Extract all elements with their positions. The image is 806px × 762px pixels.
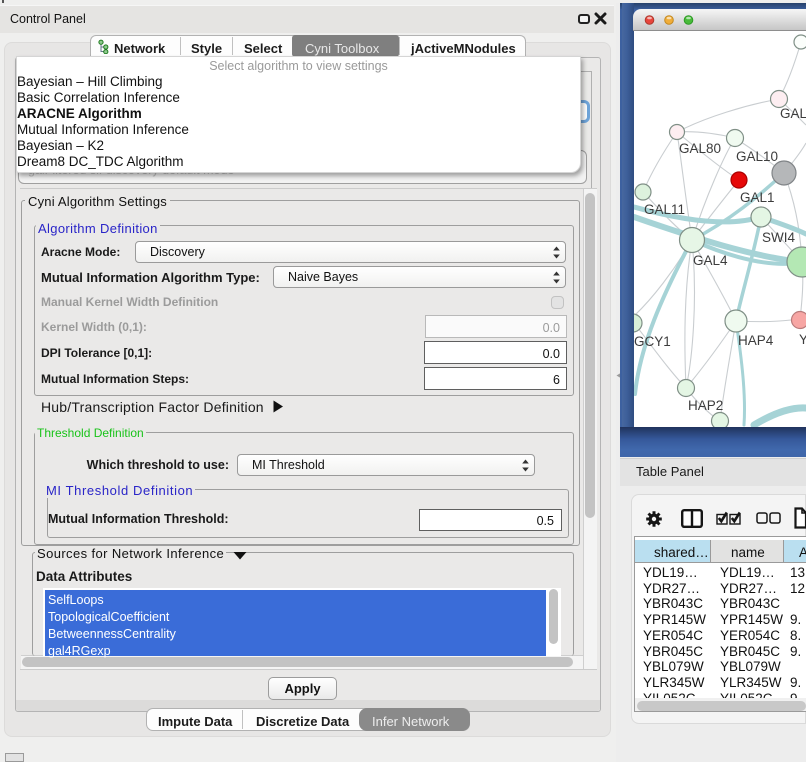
- svg-text:GAL10: GAL10: [736, 149, 778, 164]
- svg-text:GAL80: GAL80: [679, 141, 721, 156]
- svg-text:HAP4: HAP4: [738, 333, 774, 348]
- svg-text:SWI4: SWI4: [762, 230, 795, 245]
- svg-text:HAP2: HAP2: [688, 398, 723, 413]
- svg-text:GAL1: GAL1: [740, 190, 775, 205]
- svg-text:GAL11: GAL11: [644, 202, 685, 217]
- svg-text:GAL4: GAL4: [693, 253, 728, 268]
- svg-text:GAL: GAL: [780, 106, 806, 121]
- svg-text:Y: Y: [799, 332, 806, 347]
- svg-text:GCY1: GCY1: [634, 334, 671, 349]
